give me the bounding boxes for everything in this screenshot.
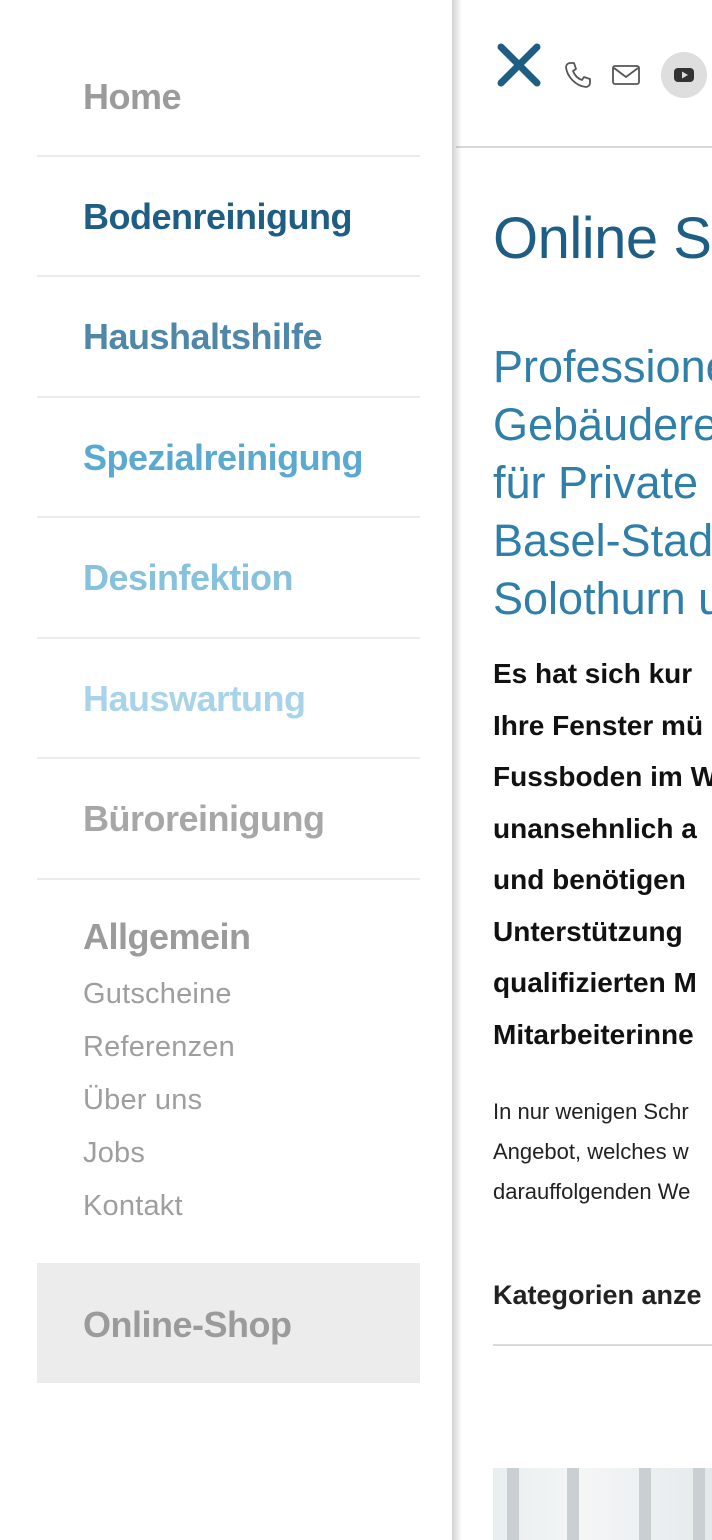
product-image[interactable] xyxy=(493,1468,712,1540)
close-icon[interactable] xyxy=(496,42,542,88)
body-line: In nur wenigen Schr xyxy=(493,1099,689,1124)
sidebar-link-referenzen[interactable]: Referenzen xyxy=(83,1031,235,1064)
intro-line: Mitarbeiterinne xyxy=(493,1018,694,1050)
sidebar-menu: Home Bodenreinigung Haushaltshilfe Spezi… xyxy=(0,0,456,1540)
sidebar-link-ueber-uns[interactable]: Über uns xyxy=(83,1084,202,1117)
sidebar-item-spezialreinigung[interactable]: Spezialreinigung xyxy=(37,398,420,518)
sidebar-item-haushaltshilfe[interactable]: Haushaltshilfe xyxy=(37,277,420,397)
sidebar-item-label: Home xyxy=(83,76,182,117)
intro-line: und benötigen xyxy=(493,864,686,895)
body-line: Angebot, welches w xyxy=(493,1139,689,1164)
sidebar-item-label: Desinfektion xyxy=(83,557,294,598)
sidebar-link-jobs[interactable]: Jobs xyxy=(83,1137,145,1170)
menu-shadow xyxy=(452,0,462,1540)
subtitle-line: Gebäuderei xyxy=(493,399,712,450)
sidebar-item-online-shop[interactable]: Online-Shop xyxy=(37,1263,420,1383)
page-title: Online Sh xyxy=(493,206,712,271)
divider xyxy=(37,878,420,880)
body-paragraph: In nur wenigen Schr Angebot, welches w d… xyxy=(493,1092,690,1212)
sidebar-link-kontakt[interactable]: Kontakt xyxy=(83,1190,183,1223)
window-frame xyxy=(639,1468,651,1540)
phone-icon[interactable] xyxy=(563,60,593,90)
sidebar-item-home[interactable]: Home xyxy=(37,37,420,157)
subtitle-line: Basel-Stadt xyxy=(493,515,712,566)
header-bar xyxy=(456,0,712,148)
mail-icon[interactable] xyxy=(611,63,641,87)
window-frame xyxy=(567,1468,579,1540)
intro-line: Es hat sich kur xyxy=(493,658,693,689)
sidebar-group-title: Allgemein xyxy=(83,916,251,957)
divider xyxy=(493,1344,712,1346)
sidebar-item-label: Haushaltshilfe xyxy=(83,316,323,357)
categories-toggle[interactable]: Kategorien anze xyxy=(493,1280,702,1311)
sidebar-item-desinfektion[interactable]: Desinfektion xyxy=(37,518,420,638)
subtitle-line: Solothurn u xyxy=(493,573,712,624)
sidebar-item-bueroreinigung[interactable]: Büroreinigung xyxy=(37,759,420,879)
window-frame xyxy=(693,1468,705,1540)
intro-paragraph: Es hat sich kur Ihre Fenster mü Fussbode… xyxy=(493,648,712,1060)
subtitle-line: Professione xyxy=(493,341,712,392)
sidebar-item-label: Büroreinigung xyxy=(83,798,325,839)
youtube-icon[interactable] xyxy=(661,52,707,98)
sidebar-item-label: Bodenreinigung xyxy=(83,196,352,237)
window-frame xyxy=(507,1468,519,1540)
sidebar-item-hauswartung[interactable]: Hauswartung xyxy=(37,639,420,759)
sidebar-item-label: Hauswartung xyxy=(83,678,306,719)
main-content: Online Sh Professione Gebäuderei für Pri… xyxy=(456,0,712,1540)
intro-line: Ihre Fenster mü xyxy=(493,709,704,741)
intro-line: unansehnlich a xyxy=(493,812,697,844)
intro-line: Unterstützung xyxy=(493,915,683,947)
intro-line: Fussboden im W xyxy=(493,761,712,792)
intro-line: qualifizierten M xyxy=(493,967,697,998)
sidebar-item-bodenreinigung[interactable]: Bodenreinigung xyxy=(37,157,420,277)
sidebar-link-gutscheine[interactable]: Gutscheine xyxy=(83,978,232,1011)
sidebar-item-label: Spezialreinigung xyxy=(83,437,364,478)
subtitle-line: für Private xyxy=(493,457,699,508)
page-subtitle: Professione Gebäuderei für Private Basel… xyxy=(493,338,712,628)
body-line: darauffolgenden We xyxy=(493,1179,691,1204)
sidebar-item-label: Online-Shop xyxy=(83,1304,292,1345)
